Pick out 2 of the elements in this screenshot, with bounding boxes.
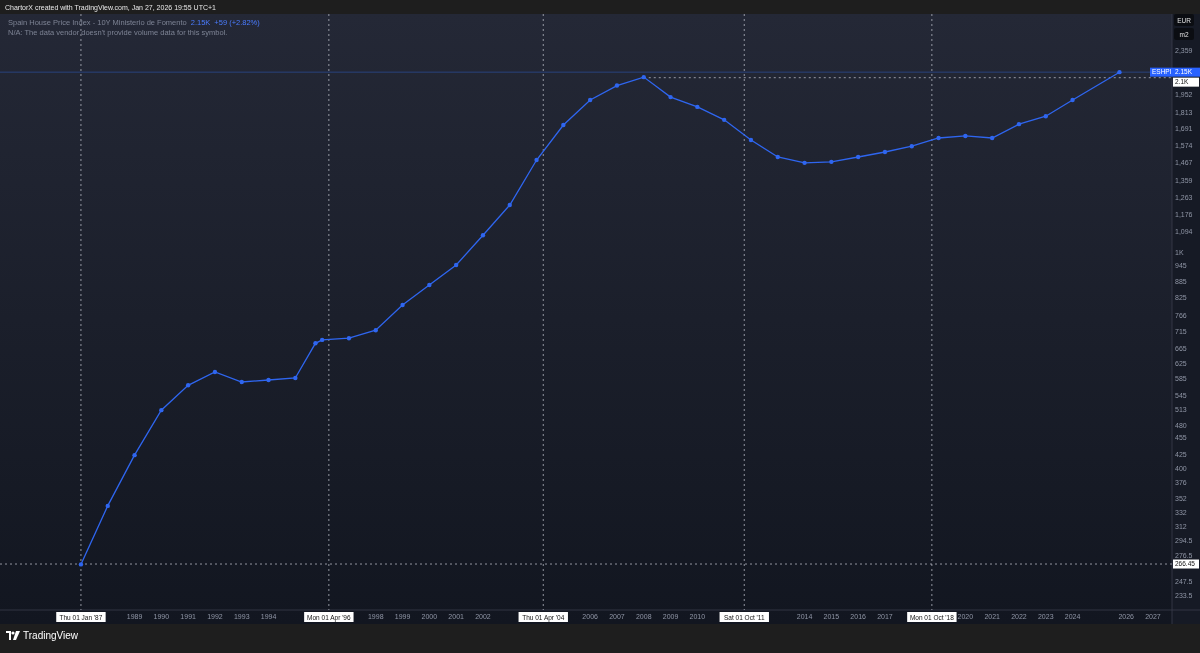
- tradingview-logo-icon: [6, 631, 20, 640]
- brand-name: TradingView: [23, 630, 79, 641]
